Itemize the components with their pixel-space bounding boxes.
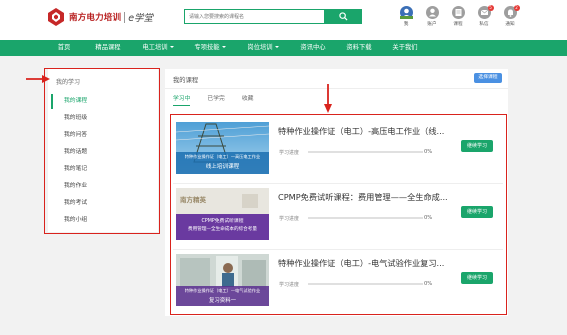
annotation-arrows: [26, 75, 332, 113]
annotation-arrow-left: [26, 75, 50, 83]
annotation-arrow-down: [324, 84, 332, 113]
